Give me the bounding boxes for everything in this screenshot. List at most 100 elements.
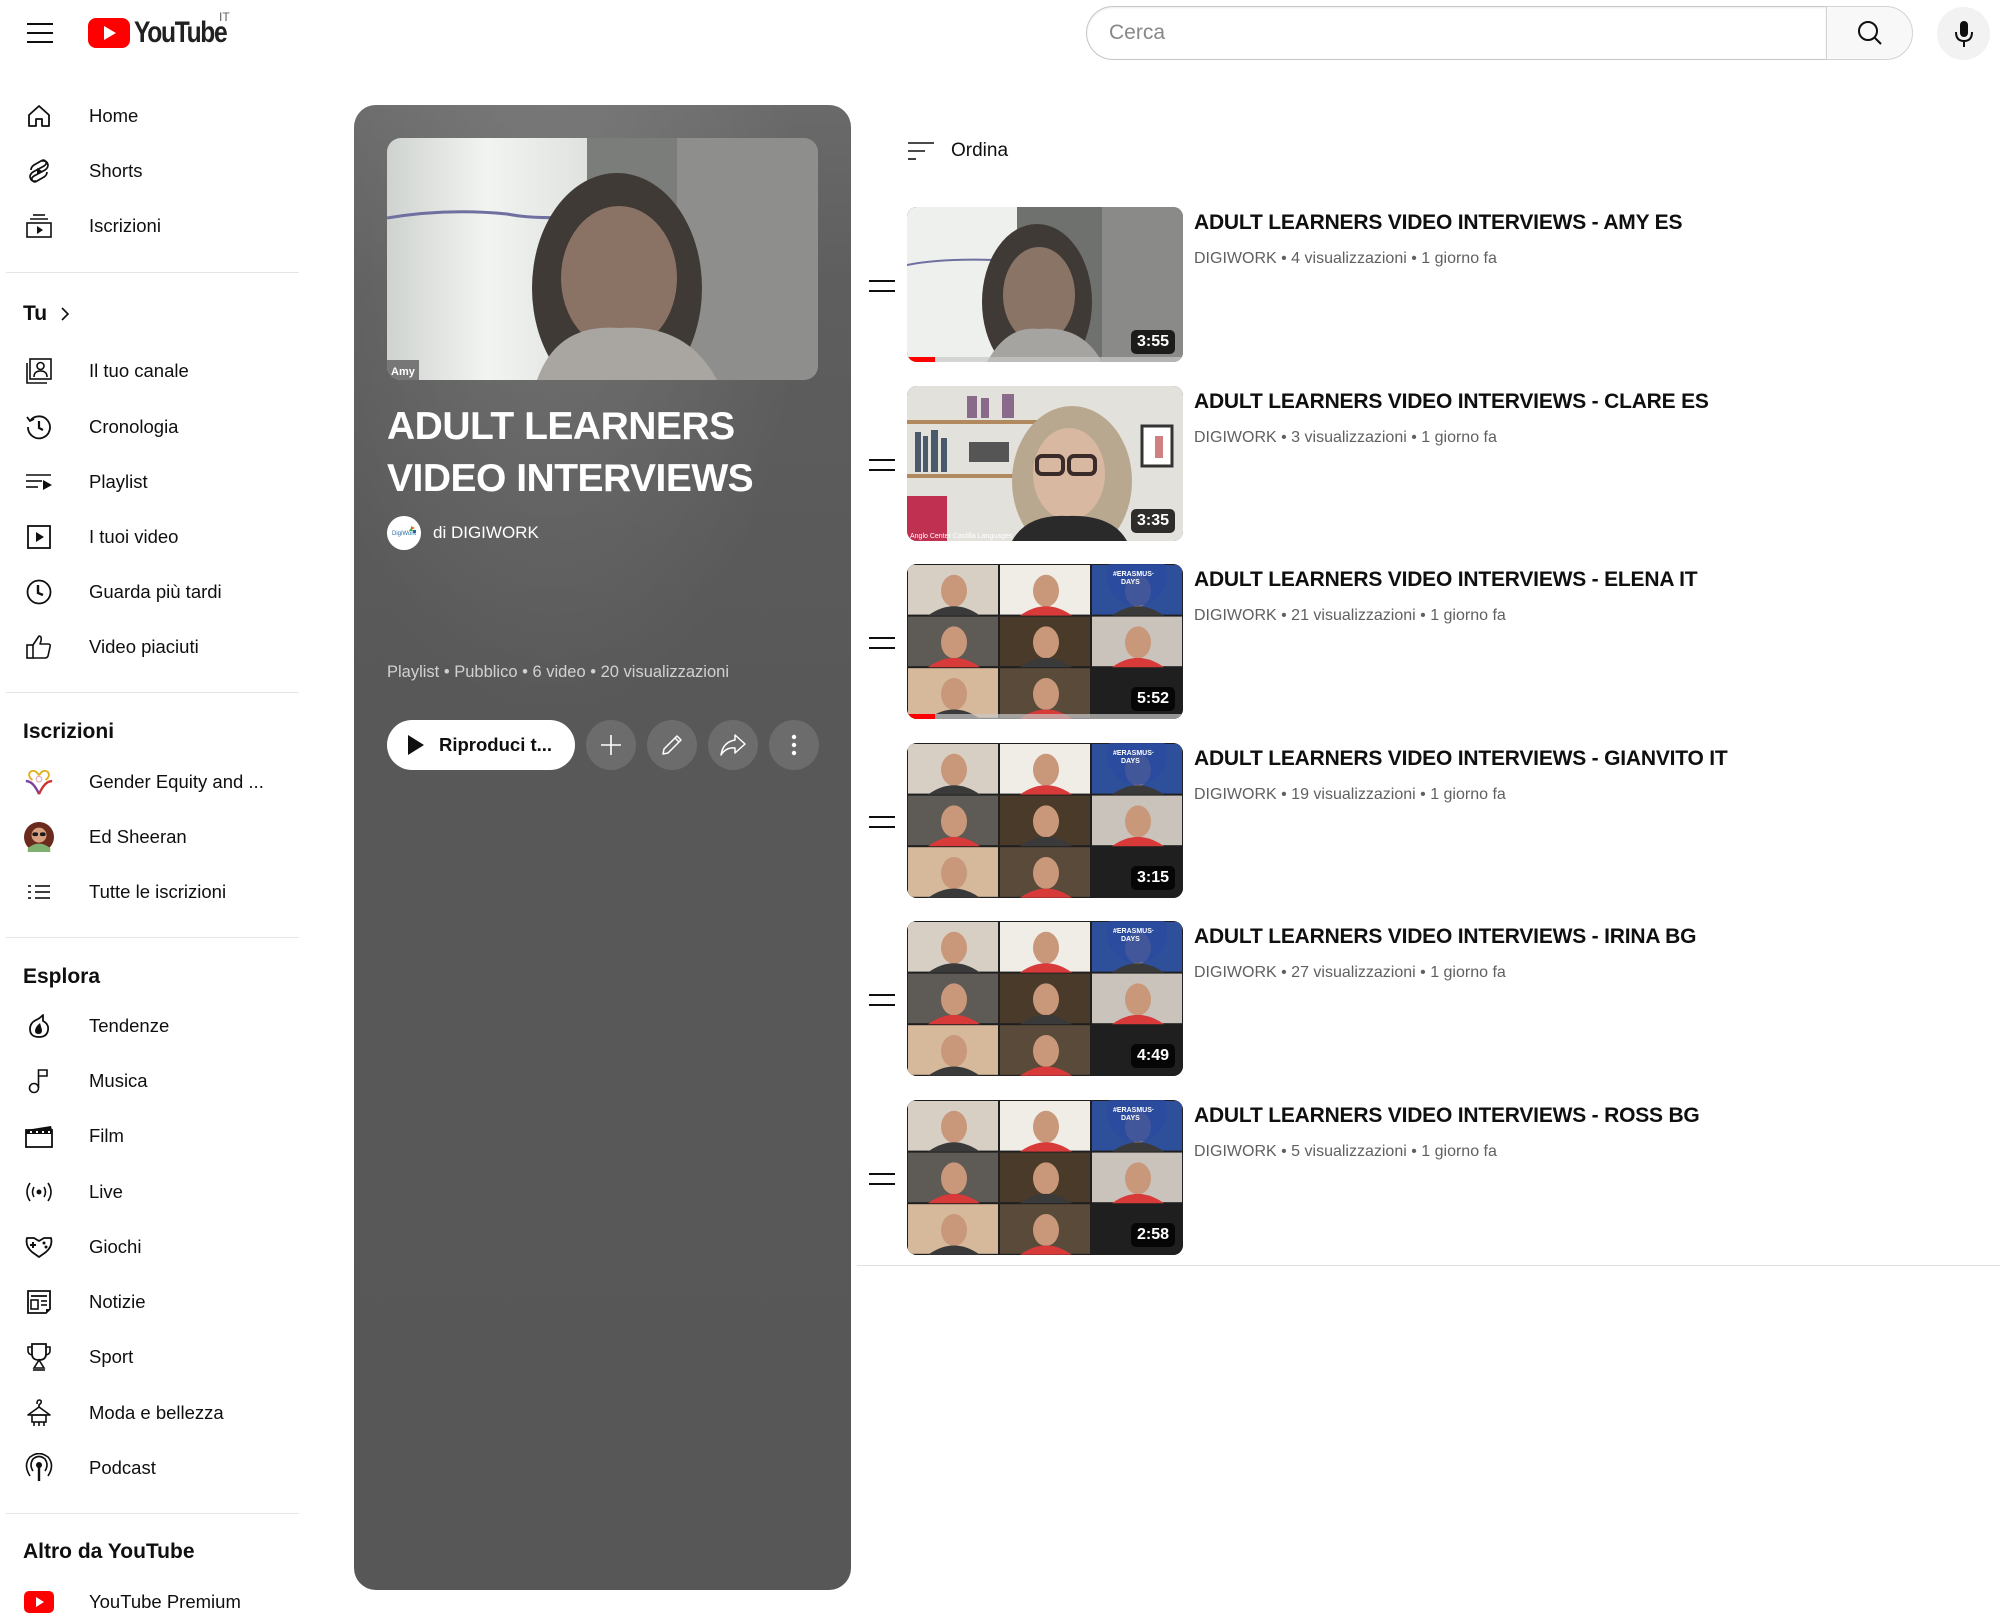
playlist-video-row[interactable]: #ERASMUS· DAYS 2:58 ADULT LEARNERS VIDEO … <box>862 1099 1992 1260</box>
video-thumbnail[interactable]: #ERASMUS· DAYS 4:49 <box>907 921 1183 1076</box>
sidebar-item-history[interactable]: Cronologia <box>12 402 297 452</box>
sidebar-item-gaming[interactable]: Giochi <box>12 1222 297 1272</box>
playlist-video-row[interactable]: #ERASMUS· DAYS 4:49 ADULT LEARNERS VIDEO … <box>862 921 1992 1081</box>
hamburger-icon-line <box>27 23 53 25</box>
sidebar-item-label: Iscrizioni <box>89 215 161 236</box>
menu-button[interactable] <box>22 18 58 48</box>
video-channel[interactable]: DIGIWORK <box>1194 607 1277 624</box>
you-header-label: Tu <box>23 302 48 325</box>
drag-handle-icon[interactable] <box>869 815 895 828</box>
meta-separator: • <box>1281 785 1292 803</box>
edit-button[interactable] <box>647 720 697 770</box>
video-meta: DIGIWORK • 21 visualizzazioni • 1 giorno… <box>1194 607 1506 625</box>
sidebar-item-ed-sheeran[interactable]: Ed Sheeran <box>12 812 297 862</box>
search-input[interactable] <box>1109 21 1826 45</box>
sidebar-item-label: Home <box>89 105 139 126</box>
playlist-video-row[interactable]: Anglo Center Castilla Languages 3:35 ADU… <box>862 385 1992 546</box>
subscriptions-icon <box>24 211 54 241</box>
sidebar-item-shorts[interactable]: Shorts <box>12 146 297 196</box>
video-meta: DIGIWORK • 3 visualizzazioni • 1 giorno … <box>1194 429 1497 447</box>
video-channel[interactable]: DIGIWORK <box>1194 786 1277 803</box>
video-title[interactable]: ADULT LEARNERS VIDEO INTERVIEWS - ELENA … <box>1194 568 1698 592</box>
video-meta: DIGIWORK • 27 visualizzazioni • 1 giorno… <box>1194 964 1506 982</box>
add-to-library-button[interactable] <box>586 720 636 770</box>
sidebar-item-label: Cronologia <box>89 416 179 437</box>
sidebar-item-sports[interactable]: Sport <box>12 1332 297 1382</box>
history-icon <box>24 412 54 442</box>
video-views: 3 visualizzazioni <box>1291 428 1407 446</box>
sidebar-item-home[interactable]: Home <box>12 91 297 141</box>
owner-name: di DIGIWORK <box>433 523 539 542</box>
playlist-video-row[interactable]: #ERASMUS· DAYS 5:52 ADULT LEARNERS VIDEO … <box>862 564 1992 724</box>
playlist-thumbnail[interactable]: Amy <box>387 138 818 380</box>
subscriptions-section-header: Iscrizioni <box>23 720 115 743</box>
playlist-video-row[interactable]: 3:55 ADULT LEARNERS VIDEO INTERVIEWS - A… <box>862 207 1992 367</box>
video-channel[interactable]: DIGIWORK <box>1194 964 1277 981</box>
video-channel[interactable]: DIGIWORK <box>1194 429 1277 446</box>
playlist-owner[interactable]: DigiWork di DIGIWORK <box>387 516 539 550</box>
sidebar-item-youtube-premium[interactable]: YouTube Premium <box>12 1577 297 1620</box>
video-title[interactable]: ADULT LEARNERS VIDEO INTERVIEWS - AMY ES <box>1194 211 1682 235</box>
sidebar-item-label: YouTube Premium <box>89 1591 241 1612</box>
video-views: 27 visualizzazioni <box>1291 964 1416 981</box>
sidebar-item-podcast[interactable]: Podcast <box>12 1443 297 1493</box>
video-thumbnail[interactable]: #ERASMUS· DAYS 5:52 <box>907 564 1183 719</box>
drag-handle-icon[interactable] <box>869 637 895 649</box>
sidebar-item-watch-later[interactable]: Guarda più tardi <box>12 567 297 617</box>
sidebar-item-film[interactable]: Film <box>12 1111 297 1161</box>
sidebar-item-fashion[interactable]: Moda e bellezza <box>12 1388 297 1438</box>
svg-text:DAYS: DAYS <box>1121 936 1140 943</box>
video-meta: DIGIWORK • 4 visualizzazioni • 1 giorno … <box>1194 250 1497 268</box>
list-end-divider <box>857 1265 2000 1266</box>
video-title[interactable]: ADULT LEARNERS VIDEO INTERVIEWS - ROSS B… <box>1194 1104 1700 1128</box>
sort-button[interactable]: Ordina <box>907 140 1008 162</box>
sidebar-item-playlists[interactable]: Playlist <box>12 457 297 507</box>
video-thumbnail[interactable]: 3:55 <box>907 207 1183 362</box>
video-views: 19 visualizzazioni <box>1291 785 1416 803</box>
video-channel[interactable]: DIGIWORK <box>1194 1143 1277 1160</box>
sidebar-item-label: Podcast <box>89 1457 156 1478</box>
video-title[interactable]: ADULT LEARNERS VIDEO INTERVIEWS - IRINA … <box>1194 925 1696 949</box>
more-actions-button[interactable] <box>769 720 819 770</box>
drag-handle-icon[interactable] <box>869 994 895 1006</box>
sidebar-item-news[interactable]: Notizie <box>12 1277 297 1327</box>
sidebar-item-all-subscriptions[interactable]: Tutte le iscrizioni <box>12 867 297 917</box>
sidebar-item-label: Playlist <box>89 471 148 492</box>
video-title[interactable]: ADULT LEARNERS VIDEO INTERVIEWS - CLARE … <box>1194 390 1709 414</box>
meta-separator: • <box>1420 964 1431 981</box>
search-button[interactable] <box>1826 6 1913 60</box>
video-age: 1 giorno fa <box>1421 1142 1497 1160</box>
video-channel[interactable]: DIGIWORK <box>1194 250 1277 267</box>
video-thumbnail[interactable]: Anglo Center Castilla Languages 3:35 <box>907 385 1183 541</box>
sidebar-item-liked-videos[interactable]: Video piaciuti <box>12 622 297 672</box>
search-field[interactable] <box>1086 6 1826 60</box>
playlist-header-panel: Amy ADULT LEARNERS VIDEO INTERVIEWS Digi… <box>354 105 851 1590</box>
svg-text:#ERASMUS·: #ERASMUS· <box>1113 928 1154 935</box>
sidebar-item-your-videos[interactable]: I tuoi video <box>12 512 297 562</box>
drag-handle-icon[interactable] <box>869 280 895 292</box>
voice-search-button[interactable] <box>1937 7 1990 60</box>
sidebar-item-live[interactable]: Live <box>12 1167 297 1217</box>
sidebar-item-music[interactable]: Musica <box>12 1056 297 1106</box>
sidebar-item-label: Tendenze <box>89 1015 170 1036</box>
sidebar-item-subscriptions[interactable]: Iscrizioni <box>12 201 297 251</box>
video-duration: 3:55 <box>1130 330 1175 354</box>
video-title[interactable]: ADULT LEARNERS VIDEO INTERVIEWS - GIANVI… <box>1194 747 1728 771</box>
share-button[interactable] <box>708 720 758 770</box>
news-icon <box>24 1287 54 1317</box>
sidebar-item-gender-equity[interactable]: Gender Equity and ... <box>12 757 297 807</box>
sidebar-item-label: Shorts <box>89 160 143 181</box>
sidebar-item-trending[interactable]: Tendenze <box>12 1001 297 1051</box>
sidebar-item-your-channel[interactable]: Il tuo canale <box>12 346 297 396</box>
drag-handle-icon[interactable] <box>869 1172 895 1185</box>
sort-icon <box>908 142 934 160</box>
you-section-header[interactable]: Tu <box>23 302 71 326</box>
sidebar-item-label: Giochi <box>89 1236 142 1257</box>
play-all-label: Riproduci t... <box>439 734 553 755</box>
drag-handle-icon[interactable] <box>869 458 895 471</box>
sidebar-item-label: Ed Sheeran <box>89 826 187 847</box>
playlist-video-row[interactable]: #ERASMUS· DAYS 3:15 ADULT LEARNERS VIDEO … <box>862 742 1992 903</box>
play-all-button[interactable]: Riproduci t... <box>387 720 575 770</box>
video-thumbnail[interactable]: #ERASMUS· DAYS 3:15 <box>907 742 1183 898</box>
video-thumbnail[interactable]: #ERASMUS· DAYS 2:58 <box>907 1099 1183 1255</box>
